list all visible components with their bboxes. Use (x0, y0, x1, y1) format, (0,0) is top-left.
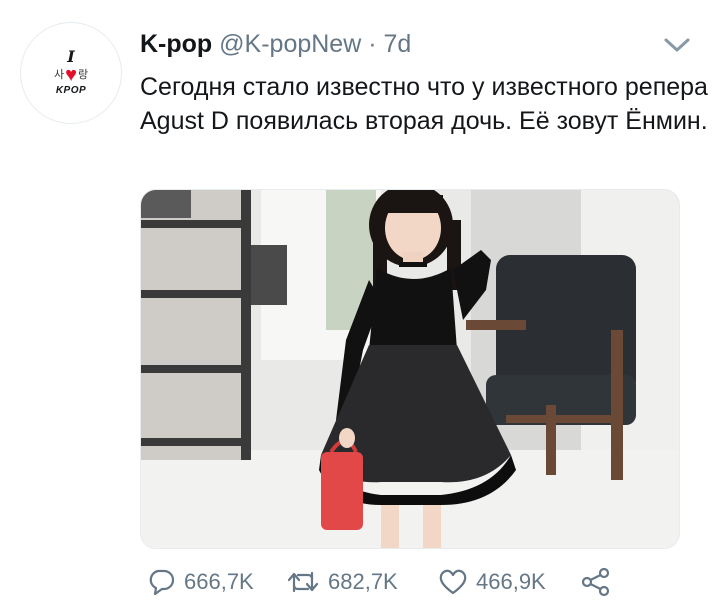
reply-count: 666,7K (184, 569, 254, 594)
tweet-actions: 666,7K 682,7K 466,9K (140, 560, 700, 604)
tweet-text: Сегодня стало известно что у известного … (140, 73, 708, 135)
retweet-button[interactable]: 682,7K (286, 560, 398, 604)
avatar-hangul-left: 사 (53, 69, 65, 81)
tweet-photo[interactable] (140, 189, 680, 549)
share-button[interactable] (580, 560, 612, 604)
tweet-header: K-pop @K-popNew · 7d (140, 28, 411, 60)
author-name[interactable]: K-pop (140, 30, 212, 58)
like-count: 466,9K (476, 569, 546, 594)
avatar[interactable]: I 사 ♥ 랑 KPOP (20, 22, 122, 124)
tweet-time[interactable]: 7d (384, 30, 412, 58)
avatar-line: 사 ♥ 랑 (54, 65, 88, 85)
reply-button[interactable]: 666,7K (146, 560, 254, 604)
heart-logo-icon: ♥ (65, 64, 77, 86)
share-icon (580, 566, 612, 598)
reply-icon (146, 567, 176, 597)
avatar-letter: I (67, 47, 75, 66)
avatar-hangul-right: 랑 (77, 69, 89, 81)
heart-icon (438, 567, 468, 597)
author-handle[interactable]: @K-popNew (219, 30, 361, 58)
avatar-kpop-text: KPOP (55, 85, 87, 96)
like-button[interactable]: 466,9K (438, 560, 546, 604)
separator-dot: · (368, 30, 377, 58)
retweet-icon (286, 567, 320, 597)
retweet-count: 682,7K (328, 569, 398, 594)
chevron-down-icon[interactable] (662, 34, 692, 56)
